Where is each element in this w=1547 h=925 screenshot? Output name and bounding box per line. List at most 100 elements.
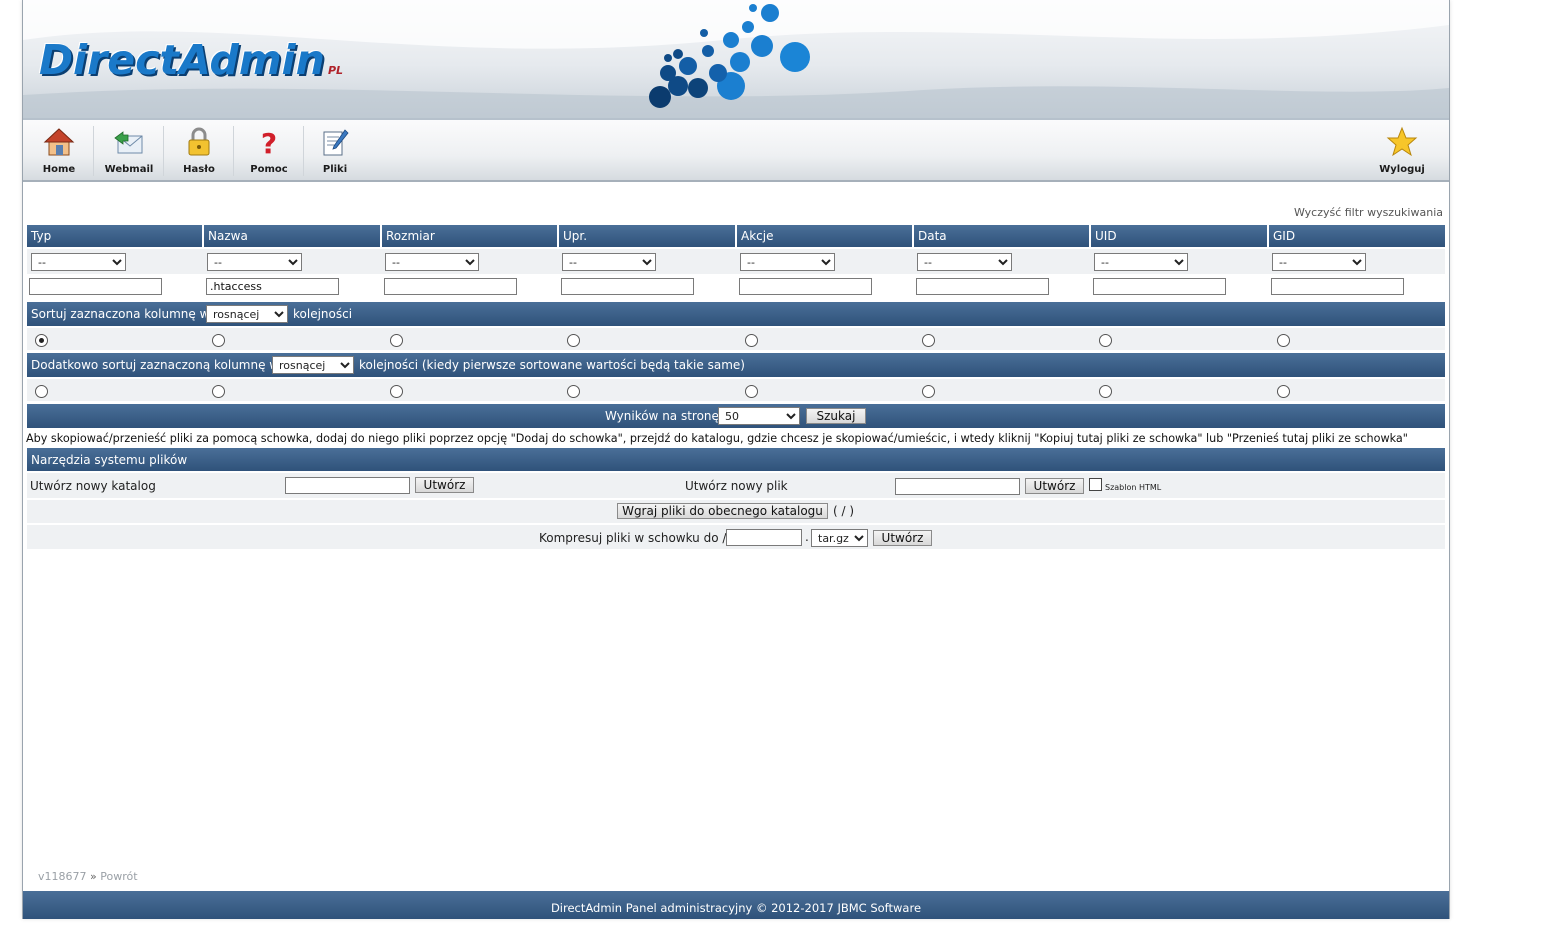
primary-sort-radio-uid[interactable] xyxy=(1099,334,1112,347)
help-icon: ? xyxy=(261,127,277,158)
filesystem-tools-title: Narzędzia systemu plików xyxy=(31,453,188,467)
upload-current-path: ( / ) xyxy=(833,504,855,518)
primary-sort-prefix: Sortuj zaznaczona kolumnę w xyxy=(31,307,210,321)
filter-select-akcje[interactable]: -- xyxy=(740,253,835,271)
clipboard-info-text: Aby skopiować/przenieść pliki za pomocą … xyxy=(26,432,1408,445)
html-template-label: Szablon HTML xyxy=(1105,483,1162,492)
filter-text-row xyxy=(27,275,1445,299)
secondary-sort-suffix: kolejności (kiedy pierwsze sortowane war… xyxy=(359,358,745,372)
toolbar-help[interactable]: ? Pomoc xyxy=(234,120,304,180)
filter-select-typ[interactable]: -- xyxy=(31,253,126,271)
secondary-sort-radio-uid[interactable] xyxy=(1099,385,1112,398)
compress-filename-input[interactable] xyxy=(726,529,802,546)
secondary-sort-order-select[interactable]: rosnącej xyxy=(272,356,354,374)
toolbar-files[interactable]: Pliki xyxy=(300,120,370,180)
page-container: DirectAdmin PL Home Webmail Hasło ? Pomo… xyxy=(22,0,1450,919)
filter-input-data[interactable] xyxy=(916,278,1049,295)
filter-input-akcje[interactable] xyxy=(739,278,872,295)
primary-sort-radio-akcje[interactable] xyxy=(745,334,758,347)
primary-sort-radio-gid[interactable] xyxy=(1277,334,1290,347)
logo-pl-suffix: PL xyxy=(328,64,344,77)
header-banner: DirectAdmin PL xyxy=(23,0,1449,118)
compress-label: Kompresuj pliki w schowku do // xyxy=(539,531,731,545)
results-per-page-label: Wyników na stronę xyxy=(605,409,719,423)
toolbar-webmail[interactable]: Webmail xyxy=(94,120,164,180)
primary-sort-radio-rozmiar[interactable] xyxy=(390,334,403,347)
column-header-typ[interactable]: Typ xyxy=(27,225,204,247)
primary-sort-order-select[interactable]: rosnącej xyxy=(206,305,288,323)
primary-sort-radio-data[interactable] xyxy=(922,334,935,347)
filter-header-row: Typ Nazwa Rozmiar Upr. Akcje Data UID GI… xyxy=(27,225,1445,247)
upload-files-button[interactable]: Wgraj pliki do obecnego katalogu xyxy=(617,503,828,519)
results-per-page-select[interactable]: 50 xyxy=(718,407,800,425)
column-header-rozmiar[interactable]: Rozmiar xyxy=(382,225,559,247)
files-icon xyxy=(323,129,349,156)
bubbles-graphic xyxy=(649,4,810,108)
primary-sort-radio-upr[interactable] xyxy=(567,334,580,347)
toolbar-password[interactable]: Hasło xyxy=(164,120,234,180)
new-file-label: Utwórz nowy plik xyxy=(685,479,788,493)
filter-select-upr[interactable]: -- xyxy=(562,253,656,271)
clear-filter-link[interactable]: Wyczyść filtr wyszukiwania xyxy=(1294,206,1443,219)
new-directory-input[interactable] xyxy=(285,477,410,494)
filter-select-gid[interactable]: -- xyxy=(1272,253,1366,271)
column-header-gid[interactable]: GID xyxy=(1269,225,1445,247)
secondary-sort-radio-upr[interactable] xyxy=(567,385,580,398)
directadmin-logo[interactable]: DirectAdmin xyxy=(39,36,325,84)
primary-sort-bar: Sortuj zaznaczona kolumnę w rosnącej kol… xyxy=(27,302,1445,326)
toolbar-logout-label: Wyloguj xyxy=(1379,164,1425,175)
filter-select-nazwa[interactable]: -- xyxy=(207,253,302,271)
column-header-akcje[interactable]: Akcje xyxy=(737,225,914,247)
secondary-sort-bar: Dodatkowo sortuj zaznaczoną kolumnę w ro… xyxy=(27,353,1445,377)
secondary-sort-radio-nazwa[interactable] xyxy=(212,385,225,398)
toolbar-home[interactable]: Home xyxy=(24,120,94,180)
filter-input-nazwa[interactable] xyxy=(206,278,339,295)
filter-select-data[interactable]: -- xyxy=(917,253,1012,271)
column-header-nazwa[interactable]: Nazwa xyxy=(204,225,382,247)
primary-sort-suffix: kolejności xyxy=(293,307,353,321)
toolbar-logout[interactable]: Wyloguj xyxy=(1367,120,1437,180)
create-directory-button[interactable]: Utwórz xyxy=(415,477,474,493)
toolbar-webmail-label: Webmail xyxy=(104,164,154,175)
filter-input-uid[interactable] xyxy=(1093,278,1226,295)
upload-row: Wgraj pliki do obecnego katalogu ( / ) xyxy=(27,500,1445,523)
filter-select-uid[interactable]: -- xyxy=(1094,253,1188,271)
filter-input-upr[interactable] xyxy=(561,278,694,295)
column-header-upr[interactable]: Upr. xyxy=(559,225,737,247)
secondary-sort-radio-gid[interactable] xyxy=(1277,385,1290,398)
secondary-sort-radio-akcje[interactable] xyxy=(745,385,758,398)
home-icon xyxy=(43,128,75,156)
footer-bar: DirectAdmin Panel administracyjny © 2012… xyxy=(23,891,1449,919)
version-text: v118677 xyxy=(38,870,87,883)
compress-dot: . xyxy=(805,530,809,544)
create-row: Utwórz nowy katalog Utwórz Utwórz nowy p… xyxy=(27,473,1445,498)
filter-input-typ[interactable] xyxy=(29,278,162,295)
primary-sort-radio-nazwa[interactable] xyxy=(212,334,225,347)
primary-sort-radio-typ[interactable] xyxy=(35,334,48,347)
toolbar-password-label: Hasło xyxy=(183,164,215,175)
primary-sort-radio-row xyxy=(27,328,1445,350)
breadcrumb-separator: » xyxy=(90,870,97,883)
search-button[interactable]: Szukaj xyxy=(806,408,866,424)
compress-create-button[interactable]: Utwórz xyxy=(873,530,932,546)
toolbar-help-label: Pomoc xyxy=(250,164,288,175)
secondary-sort-radio-data[interactable] xyxy=(922,385,935,398)
html-template-checkbox[interactable] xyxy=(1089,478,1102,491)
webmail-icon xyxy=(114,131,143,154)
filter-select-row: -- -- -- -- -- -- -- -- xyxy=(27,249,1445,274)
filter-select-rozmiar[interactable]: -- xyxy=(385,253,479,271)
secondary-sort-radio-rozmiar[interactable] xyxy=(390,385,403,398)
star-icon xyxy=(1386,126,1418,157)
back-link[interactable]: Powrót xyxy=(100,870,137,883)
footer-version-line: v118677 » Powrót xyxy=(38,870,138,883)
compress-format-select[interactable]: tar.gz xyxy=(811,529,868,547)
secondary-sort-radio-typ[interactable] xyxy=(35,385,48,398)
create-file-button[interactable]: Utwórz xyxy=(1025,478,1084,494)
filesystem-tools-header: Narzędzia systemu plików xyxy=(27,448,1445,471)
new-file-input[interactable] xyxy=(895,478,1020,495)
new-directory-label: Utwórz nowy katalog xyxy=(30,479,156,493)
column-header-data[interactable]: Data xyxy=(914,225,1091,247)
column-header-uid[interactable]: UID xyxy=(1091,225,1269,247)
filter-input-gid[interactable] xyxy=(1271,278,1404,295)
filter-input-rozmiar[interactable] xyxy=(384,278,517,295)
